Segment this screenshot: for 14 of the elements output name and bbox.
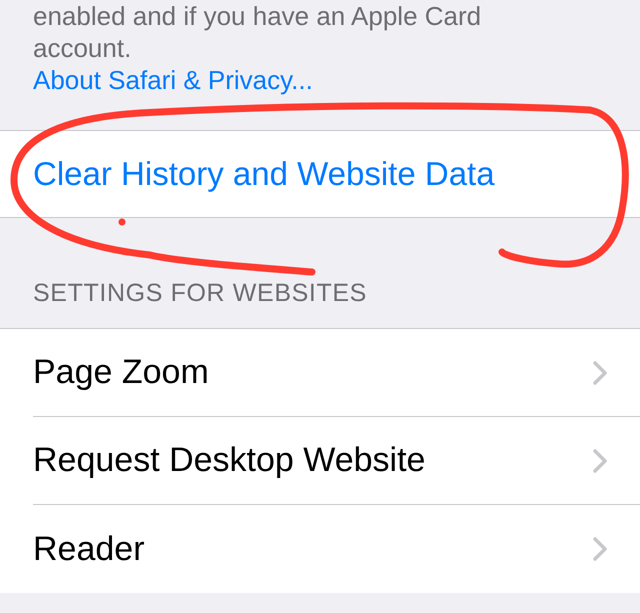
settings-row[interactable]: Page Zoom	[33, 329, 640, 417]
about-privacy-link[interactable]: About Safari & Privacy...	[33, 64, 313, 96]
chevron-icon	[593, 360, 607, 384]
row-label: Request Desktop Website	[33, 440, 426, 481]
chevron-icon	[593, 448, 607, 472]
chevron-icon	[593, 537, 607, 561]
row-label: Reader	[33, 528, 146, 570]
privacy-note-text: enabled and if you have an Apple Card	[33, 0, 482, 32]
row-label: Page Zoom	[33, 352, 210, 393]
settings-row[interactable]: Reader	[33, 505, 640, 593]
privacy-note-text: account.	[33, 32, 132, 64]
settings-row[interactable]: Request Desktop Website	[33, 417, 640, 505]
clear-history-button[interactable]: Clear History and Website Data	[0, 130, 640, 218]
section-header: SETTINGS FOR WEBSITES	[33, 278, 367, 308]
